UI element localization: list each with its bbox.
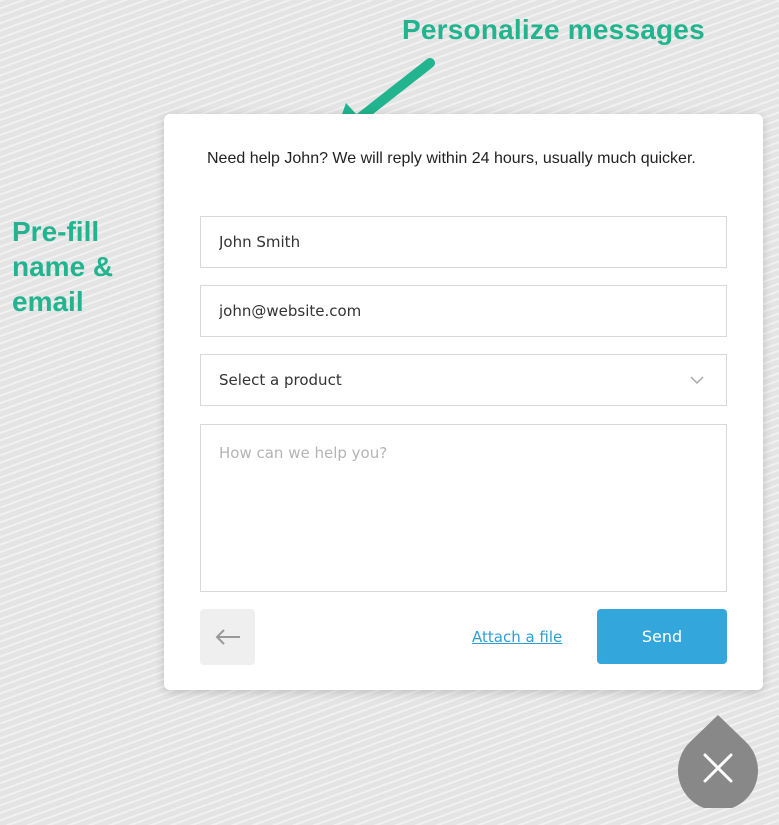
product-select[interactable]: Select a product [200,354,727,406]
name-input[interactable] [200,216,727,268]
product-select-label: Select a product [219,371,342,389]
send-button[interactable]: Send [597,609,727,664]
contact-widget: Need help John? We will reply within 24 … [164,114,763,690]
attach-file-link[interactable]: Attach a file [472,628,562,646]
back-button[interactable] [200,609,255,665]
arrow-left-icon [215,629,240,645]
close-bubble-button[interactable] [678,713,758,808]
message-textarea[interactable] [200,424,727,592]
chevron-down-icon [690,376,704,385]
intro-text: Need help John? We will reply within 24 … [207,150,696,167]
annotation-personalize: Personalize messages [402,14,705,45]
annotation-prefill: Pre-fill name & email [12,216,114,317]
email-input[interactable] [200,285,727,337]
